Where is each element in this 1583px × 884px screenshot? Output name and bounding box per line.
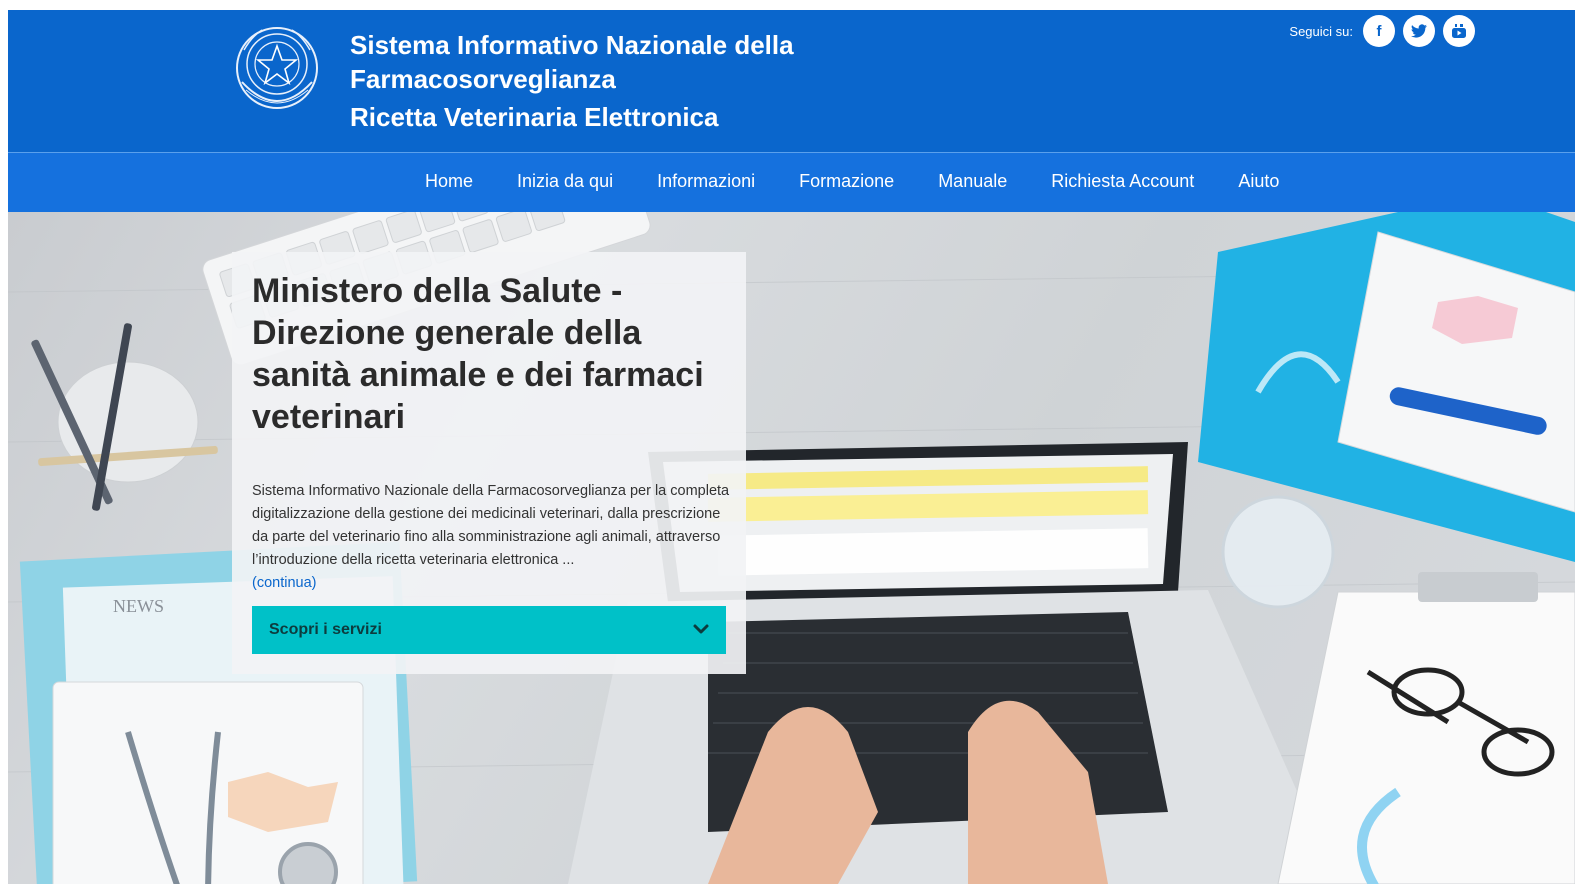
youtube-logo-icon	[1452, 24, 1466, 38]
hero-banner: NEWS Ministero della Salute - Direzione …	[8, 212, 1575, 884]
twitter-icon[interactable]	[1403, 15, 1435, 47]
nav-item-formazione[interactable]: Formazione	[777, 153, 916, 213]
site-title[interactable]: Sistema Informativo Nazionale della Farm…	[350, 28, 794, 134]
nav-item-home[interactable]: Home	[403, 153, 495, 213]
site-title-line1: Sistema Informativo Nazionale della	[350, 30, 794, 60]
news-print-text: NEWS	[113, 596, 164, 616]
continua-link[interactable]: (continua)	[252, 575, 316, 591]
twitter-bird-icon	[1411, 24, 1427, 38]
hero-description: Sistema Informativo Nazionale della Farm…	[252, 480, 730, 595]
page: Sistema Informativo Nazionale della Farm…	[8, 10, 1575, 884]
scopri-servizi-label: Scopri i servizi	[269, 621, 382, 638]
youtube-icon[interactable]	[1443, 15, 1475, 47]
nav-item-richiesta-account[interactable]: Richiesta Account	[1029, 153, 1216, 213]
site-title-line3: Ricetta Veterinaria Elettronica	[350, 102, 719, 132]
nav-item-informazioni[interactable]: Informazioni	[635, 153, 777, 213]
nav-item-inizia-da-qui[interactable]: Inizia da qui	[495, 153, 635, 213]
social-label: Seguici su:	[1289, 23, 1353, 39]
facebook-icon[interactable]: f	[1363, 15, 1395, 47]
social-links: Seguici su: f	[1289, 15, 1475, 47]
italian-republic-emblem-icon	[236, 27, 318, 109]
hero-description-text: Sistema Informativo Nazionale della Farm…	[252, 483, 730, 568]
nav-item-manuale[interactable]: Manuale	[916, 153, 1029, 213]
hero-card: Ministero della Salute - Direzione gener…	[232, 252, 746, 674]
site-header: Sistema Informativo Nazionale della Farm…	[8, 10, 1575, 152]
nav-item-aiuto[interactable]: Aiuto	[1216, 153, 1301, 213]
main-navigation: Home Inizia da qui Informazioni Formazio…	[8, 152, 1575, 213]
hero-heading: Ministero della Salute - Direzione gener…	[252, 272, 704, 436]
chevron-down-icon	[693, 624, 709, 634]
scopri-servizi-button[interactable]: Scopri i servizi	[252, 606, 726, 654]
site-title-line2: Farmacosorveglianza	[350, 64, 616, 94]
